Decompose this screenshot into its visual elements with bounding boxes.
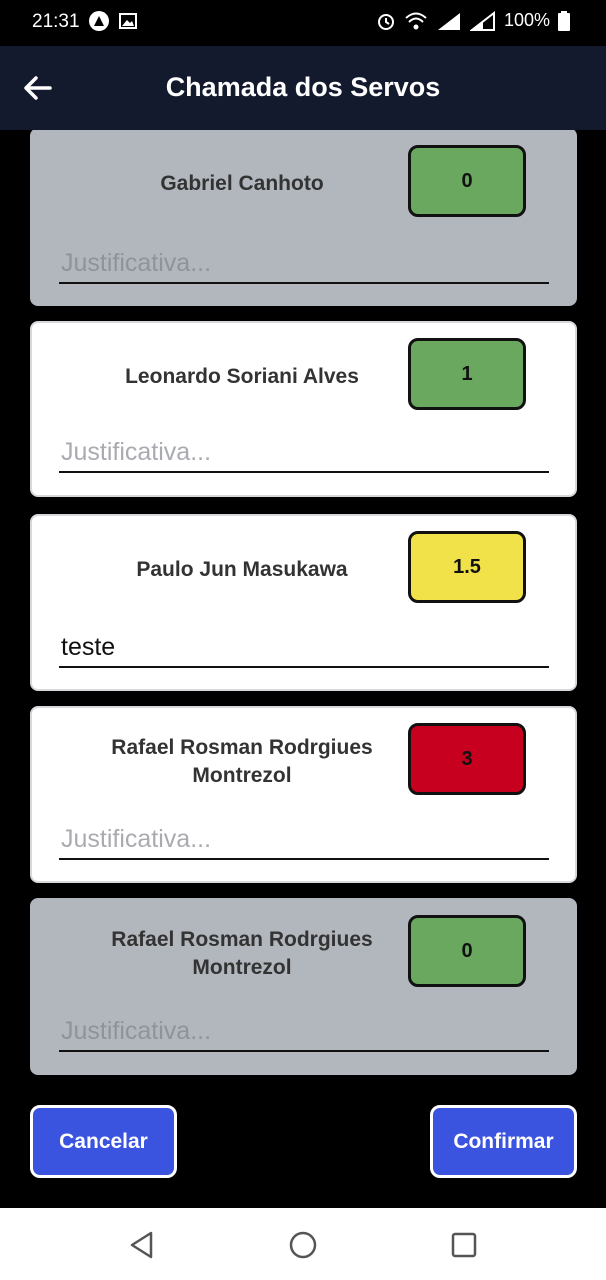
servant-card: Rafael Rosman Rodrgiues Montrezol 3 [30, 706, 577, 883]
servant-name: Leonardo Soriani Alves [125, 365, 359, 388]
justification-input[interactable] [59, 244, 549, 284]
image-notification-icon [119, 13, 137, 29]
recents-square-icon[interactable] [449, 1230, 479, 1260]
signal-2-icon [469, 10, 495, 31]
servant-list[interactable]: Gabriel Canhoto 0 Leonardo Soriani Alves… [0, 130, 606, 1090]
signal-icon [437, 12, 460, 30]
confirm-button[interactable]: Confirmar [430, 1105, 577, 1178]
system-nav-bar [0, 1208, 606, 1280]
justification-input[interactable] [59, 820, 549, 860]
page-title: Chamada dos Servos [165, 72, 441, 102]
wifi-icon [405, 12, 427, 29]
back-triangle-icon[interactable] [127, 1230, 157, 1260]
battery-percent: 100% [503, 10, 550, 30]
status-time: 21:31 [32, 11, 80, 32]
justification-input[interactable] [59, 433, 549, 473]
servant-name: Rafael Rosman Rodrgiues Montrezol [111, 736, 373, 787]
status-bar: 21:31 100% [0, 0, 606, 46]
servant-card: Leonardo Soriani Alves 1 [30, 321, 577, 497]
battery-icon [558, 10, 570, 31]
justification-input[interactable] [59, 628, 549, 668]
justification-input[interactable] [59, 1012, 549, 1052]
app-notification-icon [89, 11, 109, 31]
servant-card: Rafael Rosman Rodrgiues Montrezol 0 [30, 898, 577, 1075]
servant-name: Paulo Jun Masukawa [136, 558, 348, 581]
score-button[interactable]: 0 [408, 915, 526, 987]
score-button[interactable]: 3 [408, 723, 526, 795]
app-bar: Chamada dos Servos [0, 46, 606, 130]
cancel-button[interactable]: Cancelar [30, 1105, 177, 1178]
servant-card: Paulo Jun Masukawa 1.5 [30, 514, 577, 691]
score-button[interactable]: 1.5 [408, 531, 526, 603]
alarm-icon [377, 13, 394, 30]
score-button[interactable]: 1 [408, 338, 526, 410]
score-button[interactable]: 0 [408, 145, 526, 217]
servant-name: Gabriel Canhoto [160, 172, 324, 195]
servant-name: Rafael Rosman Rodrgiues Montrezol [111, 928, 373, 979]
servant-card: Gabriel Canhoto 0 [30, 130, 577, 306]
home-circle-icon[interactable] [288, 1230, 318, 1260]
